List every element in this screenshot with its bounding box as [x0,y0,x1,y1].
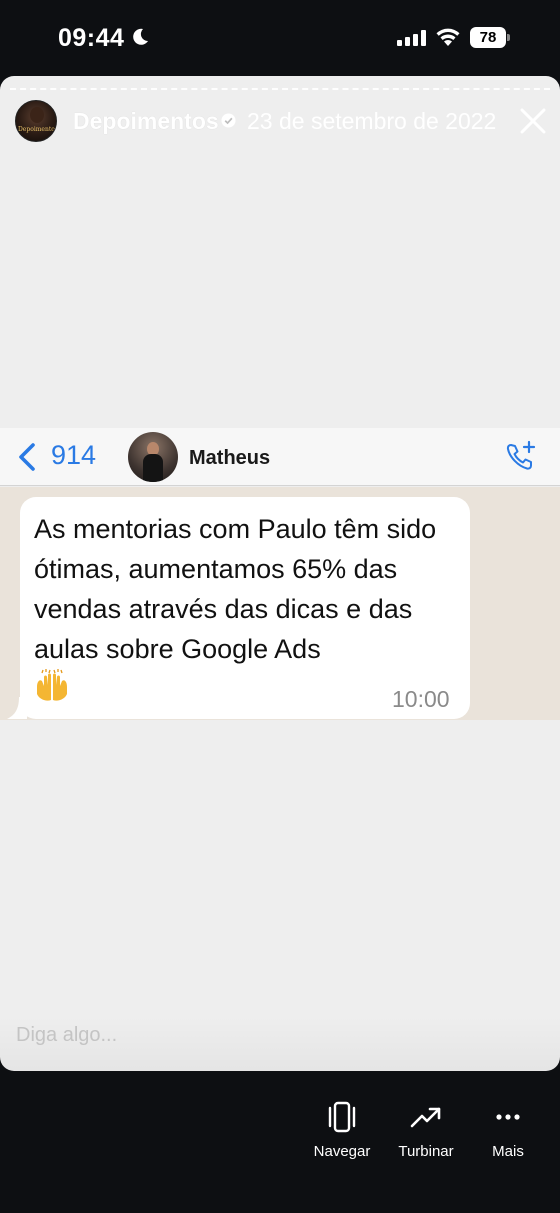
wifi-icon [436,28,460,46]
chat-area: As mentorias com Paulo têm sido ótimas, … [0,487,560,720]
navigate-button[interactable]: Navegar [306,1101,378,1160]
story-account-name[interactable]: Depoimentos [73,108,219,135]
contact-name[interactable]: Matheus [189,447,270,470]
story-avatar[interactable]: Depoimentos [15,100,57,142]
phone-device-icon [328,1101,356,1133]
add-call-icon[interactable] [504,439,538,473]
message-time: 10:00 [392,686,450,712]
battery-icon: 78 [470,27,510,48]
unread-count[interactable]: 914 [51,440,96,471]
back-chevron-icon[interactable] [14,442,38,472]
more-button[interactable]: Mais [478,1101,538,1160]
moon-icon [133,28,148,45]
avatar-label: Depoimentos [18,126,57,133]
reply-placeholder: Diga algo... [16,1024,118,1046]
message-text: As mentorias com Paulo têm sido ótimas, … [34,514,437,664]
verified-badge-icon [221,113,236,128]
status-time: 09:44 [58,24,125,52]
message-bubble[interactable]: As mentorias com Paulo têm sido ótimas, … [20,497,470,719]
more-horizontal-icon [496,1114,520,1120]
story-progress-bar [10,88,550,90]
boost-label: Turbinar [398,1143,454,1160]
trending-up-icon [410,1107,441,1128]
raising-hands-icon [37,669,67,701]
cellular-signal-icon [397,30,426,46]
chat-header: 914 Matheus [0,428,560,486]
navigate-label: Navegar [313,1143,371,1160]
boost-button[interactable]: Turbinar [390,1101,462,1160]
battery-level: 78 [470,27,506,48]
reply-field[interactable]: Diga algo... [0,1016,560,1071]
close-icon[interactable] [518,106,548,136]
story-header: Depoimentos Depoimentos 23 de setembro d… [0,98,560,146]
contact-avatar[interactable] [128,432,178,482]
bottom-action-bar: Navegar Turbinar Mais [0,1071,560,1213]
story-date: 23 de setembro de 2022 [247,108,497,134]
story-panel[interactable]: Depoimentos Depoimentos 23 de setembro d… [0,76,560,1071]
status-bar: 09:44 78 [0,0,560,76]
more-label: Mais [492,1143,524,1160]
